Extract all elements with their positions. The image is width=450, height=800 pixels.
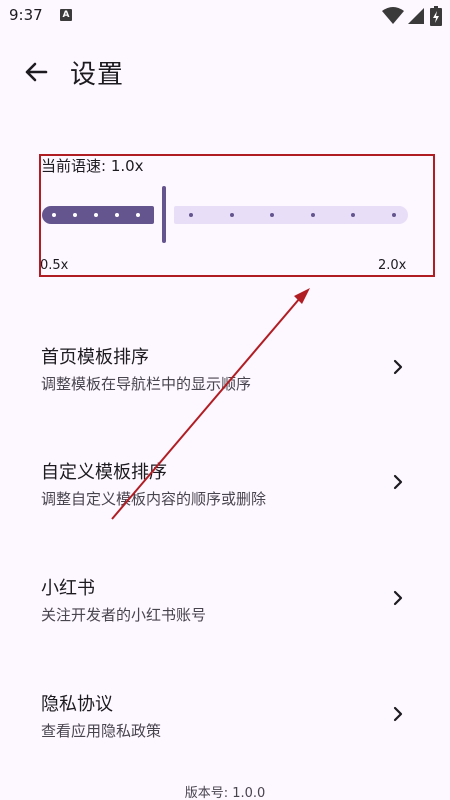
speech-rate-label: 当前语速: 1.0x [41,157,144,175]
setting-item-xiaohongshu[interactable]: 小红书 关注开发者的小红书账号 [0,574,450,654]
setting-subtitle: 调整模板在导航栏中的显示顺序 [41,375,252,393]
page-title: 设置 [70,60,125,90]
signal-icon [408,8,424,24]
slider-inactive-track [174,206,408,224]
slider-tick-active [136,213,140,217]
setting-title: 小红书 [41,578,95,599]
setting-subtitle: 调整自定义模板内容的顺序或删除 [41,490,267,508]
setting-item-custom-template-order[interactable]: 自定义模板排序 调整自定义模板内容的顺序或删除 [0,458,450,538]
battery-icon [430,6,442,26]
chevron-right-icon [393,359,403,375]
setting-item-home-template-order[interactable]: 首页模板排序 调整模板在导航栏中的显示顺序 [0,343,450,423]
slider-tick-inactive [351,213,355,217]
status-bar: 9:37 A [0,0,450,32]
setting-title: 隐私协议 [41,694,113,715]
slider-tick-inactive [230,213,234,217]
slider-tick-inactive [392,213,396,217]
slider-tick-inactive [311,213,315,217]
setting-title: 自定义模板排序 [41,462,167,483]
setting-item-privacy-policy[interactable]: 隐私协议 查看应用隐私政策 [0,690,450,770]
slider-min-label: 0.5x [40,258,69,273]
version-label: 版本号: 1.0.0 [184,786,266,800]
chevron-right-icon [393,706,403,722]
slider-tick-active [52,213,56,217]
slider-handle[interactable] [162,186,166,243]
top-app-bar: 设置 [0,44,450,100]
slider-tick-inactive [270,213,274,217]
back-arrow-icon[interactable] [16,52,56,92]
slider-max-label: 2.0x [378,258,407,273]
slider-tick-active [94,213,98,217]
speech-rate-slider[interactable] [42,186,408,244]
slider-tick-active [115,213,119,217]
settings-screen: 9:37 A 设置 当前语速: 1.0x 0.5x 2.0x 首页模板排序 调整… [0,0,450,800]
chevron-right-icon [393,590,403,606]
setting-subtitle: 查看应用隐私政策 [41,722,162,740]
setting-title: 首页模板排序 [41,347,149,368]
notification-icon: A [60,9,72,21]
chevron-right-icon [393,474,403,490]
setting-subtitle: 关注开发者的小红书账号 [41,606,207,624]
wifi-icon [382,7,404,24]
status-time: 9:37 [9,6,43,24]
slider-tick-inactive [189,213,193,217]
slider-tick-active [73,213,77,217]
